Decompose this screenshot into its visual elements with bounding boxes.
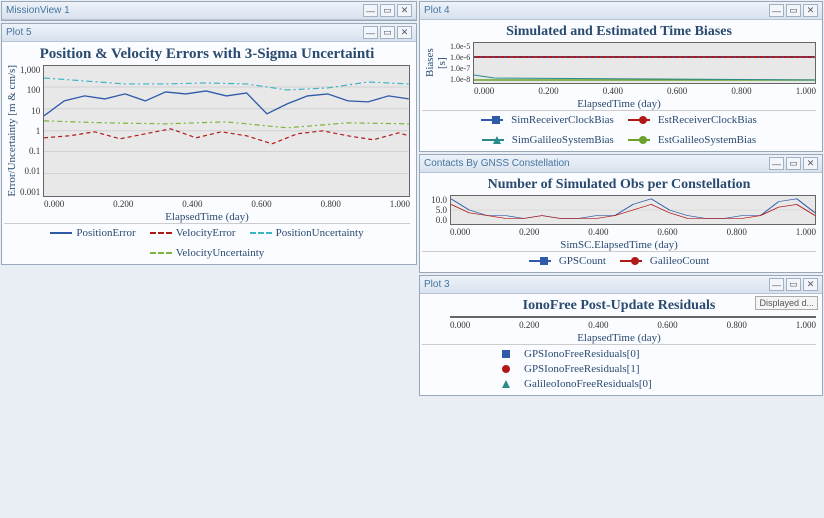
plot4-yticks: 1.0e-51.0e-61.0e-71.0e-8	[450, 42, 473, 84]
minimize-button[interactable]: —	[769, 157, 784, 170]
contacts-xlabel: SimSC.ElapsedTime (day)	[422, 239, 816, 251]
plot5-panel: Plot 5 — ▭ ✕ Position & Velocity Errors …	[1, 23, 417, 265]
legend-item: EstGalileoSystemBias	[628, 134, 756, 146]
window-title: Plot 4	[424, 5, 450, 16]
legend-item: EstReceiverClockBias	[628, 114, 757, 126]
legend-item: GalileoCount	[620, 255, 709, 267]
plot4-xlabel: ElapsedTime (day)	[422, 98, 816, 110]
plot5-ylabel: Error/Uncertainty [m & cm/s]	[4, 65, 20, 197]
contacts-legend: GPSCount GalileoCount	[422, 251, 816, 270]
missionview-titlebar[interactable]: MissionView 1 — ▭ ✕	[2, 2, 416, 20]
close-button[interactable]: ✕	[397, 26, 412, 39]
plot5-title: Position & Velocity Errors with 3-Sigma …	[4, 46, 410, 63]
contacts-panel: Contacts By GNSS Constellation — ▭ ✕ Num…	[419, 154, 823, 273]
window-title: Contacts By GNSS Constellation	[424, 158, 570, 169]
close-button[interactable]: ✕	[803, 278, 818, 291]
minimize-button[interactable]: —	[769, 4, 784, 17]
plot4-panel: Plot 4 — ▭ ✕ Simulated and Estimated Tim…	[419, 1, 823, 152]
minimize-button[interactable]: —	[769, 278, 784, 291]
contacts-area[interactable]	[450, 195, 816, 225]
plot3-xlabel: ElapsedTime (day)	[422, 332, 816, 344]
plot3-xticks: 0.0000.2000.4000.6000.8001.000	[450, 318, 816, 332]
plot5-legend: PositionError VelocityError PositionUncert…	[4, 223, 410, 262]
plot5-titlebar[interactable]: Plot 5 — ▭ ✕	[2, 24, 416, 42]
plot3-area[interactable]	[450, 316, 816, 318]
maximize-button[interactable]: ▭	[380, 4, 395, 17]
legend-item: VelocityUncertainty	[150, 247, 265, 259]
maximize-button[interactable]: ▭	[786, 4, 801, 17]
plot5-xlabel: ElapsedTime (day)	[4, 211, 410, 223]
plot4-xticks: 0.0000.2000.4000.6000.8001.000	[474, 84, 816, 98]
window-title: Plot 5	[6, 27, 32, 38]
legend-item: GPSIonoFreeResiduals[0]	[502, 348, 640, 360]
plot4-ylabel: Biases [s]	[422, 42, 450, 84]
plot3-legend: GPSIonoFreeResiduals[0] GPSIonoFreeResidu…	[422, 344, 816, 393]
plot5-yticks: 1,0001001010.10.010.001	[20, 65, 43, 197]
contacts-title: Number of Simulated Obs per Constellatio…	[422, 177, 816, 193]
contacts-xticks: 0.0000.2000.4000.6000.8001.000	[450, 225, 816, 239]
legend-item: PositionUncertainty	[250, 227, 364, 239]
window-title: MissionView 1	[6, 5, 70, 16]
legend-item: GPSIonoFreeResiduals[1]	[502, 363, 640, 375]
legend-item: SimGalileoSystemBias	[482, 134, 614, 146]
plot3-titlebar[interactable]: Plot 3 — ▭ ✕	[420, 276, 822, 294]
maximize-button[interactable]: ▭	[786, 157, 801, 170]
plot3-panel: Plot 3 — ▭ ✕ IonoFree Post-Update Residu…	[419, 275, 823, 396]
maximize-button[interactable]: ▭	[786, 278, 801, 291]
legend-item: SimReceiverClockBias	[481, 114, 614, 126]
displayed-data-button[interactable]: Displayed d...	[755, 296, 818, 310]
window-title: Plot 3	[424, 279, 450, 290]
close-button[interactable]: ✕	[803, 4, 818, 17]
missionview-panel: MissionView 1 — ▭ ✕ Mar 12 2020 00:00:00…	[1, 1, 417, 21]
plot4-titlebar[interactable]: Plot 4 — ▭ ✕	[420, 2, 822, 20]
minimize-button[interactable]: —	[363, 26, 378, 39]
plot4-title: Simulated and Estimated Time Biases	[422, 24, 816, 40]
legend-item: GPSCount	[529, 255, 606, 267]
close-button[interactable]: ✕	[803, 157, 818, 170]
minimize-button[interactable]: —	[363, 4, 378, 17]
plot5-xticks: 0.0000.2000.4000.6000.8001.000	[44, 197, 410, 211]
contacts-titlebar[interactable]: Contacts By GNSS Constellation — ▭ ✕	[420, 155, 822, 173]
maximize-button[interactable]: ▭	[380, 26, 395, 39]
plot4-legend: SimReceiverClockBias EstReceiverClockBias…	[422, 110, 816, 149]
contacts-yticks: 10.05.00.0	[422, 195, 450, 225]
legend-item: PositionError	[50, 227, 135, 239]
close-button[interactable]: ✕	[397, 4, 412, 17]
legend-item: GalileoIonoFreeResiduals[0]	[502, 378, 652, 390]
plot5-area[interactable]	[43, 65, 410, 197]
plot4-area[interactable]	[473, 42, 816, 84]
legend-item: VelocityError	[150, 227, 236, 239]
